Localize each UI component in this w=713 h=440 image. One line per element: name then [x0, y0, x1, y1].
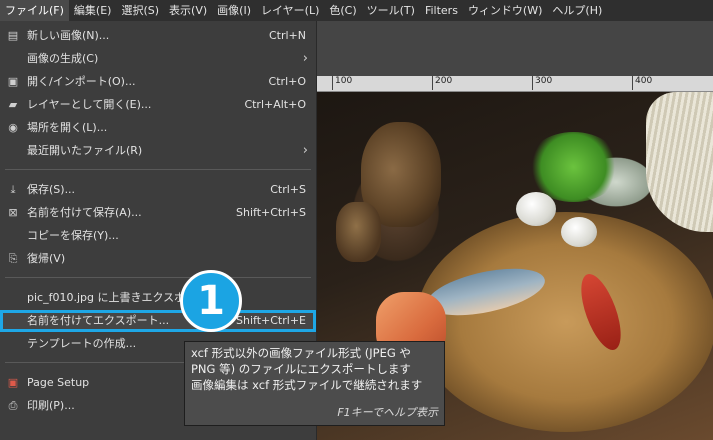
menu-select[interactable]: 選択(S): [116, 0, 164, 21]
menu-item-shortcut: Ctrl+O: [268, 75, 306, 88]
menu-windows[interactable]: ウィンドウ(W): [463, 0, 547, 21]
menu-colors[interactable]: 色(C): [324, 0, 361, 21]
photo-tofu: [516, 192, 556, 226]
menu-tools[interactable]: ツール(T): [362, 0, 420, 21]
menu-item-label: コピーを保存(Y)...: [27, 229, 119, 242]
save-as-icon: ⊠: [8, 206, 18, 219]
menu-item-save-copy[interactable]: コピーを保存(Y)...: [0, 225, 316, 247]
menu-edit[interactable]: 編集(E): [69, 0, 117, 21]
menu-item-label: テンプレートの作成...: [27, 337, 137, 350]
menu-item-shortcut: Shift+Ctrl+S: [236, 206, 306, 219]
menu-item-label: 場所を開く(L)...: [27, 121, 108, 134]
menu-item-label: 印刷(P)...: [27, 399, 75, 412]
menu-item-shortcut: Ctrl+N: [268, 29, 306, 42]
photo-tofu: [561, 217, 597, 247]
step-number-badge: 1: [180, 270, 242, 332]
menu-item-open-location[interactable]: ◉ 場所を開く(L)...: [0, 117, 316, 139]
menu-item-label: 名前を付けて保存(A)...: [27, 206, 142, 219]
photo-plate: [416, 212, 713, 432]
horizontal-ruler[interactable]: 100 200 300 400: [316, 76, 713, 92]
revert-icon: ⎘: [8, 252, 18, 265]
menu-item-label: Page Setup: [27, 376, 90, 389]
menu-item-label: レイヤーとして開く(E)...: [27, 98, 152, 111]
ruler-label: 400: [632, 76, 652, 90]
globe-icon: ◉: [8, 121, 18, 134]
new-image-icon: ▤: [7, 29, 19, 42]
menu-item-export-as[interactable]: 名前を付けてエクスポート... Shift+Ctrl+E: [0, 310, 316, 332]
export-tooltip: xcf 形式以外の画像ファイル形式 (JPEG や PNG 等) のファイルにエ…: [184, 341, 445, 426]
menu-item-shortcut: Shift+Ctrl+E: [236, 314, 306, 327]
menu-separator: [5, 277, 311, 278]
menu-item-label: 画像の生成(C): [27, 52, 99, 65]
save-icon: ⤓: [10, 183, 16, 196]
print-icon: ⎙: [8, 399, 18, 412]
photo-sake-cup: [336, 202, 381, 262]
menu-item-open-as-layer[interactable]: ▰ レイヤーとして開く(E)... Ctrl+Alt+O: [0, 94, 316, 116]
menu-item-label: 復帰(V): [27, 252, 66, 265]
menu-item-save-as[interactable]: ⊠ 名前を付けて保存(A)... Shift+Ctrl+S: [0, 202, 316, 224]
menu-item-revert[interactable]: ⎘ 復帰(V): [0, 248, 316, 270]
tooltip-line: 画像編集は xcf 形式ファイルで継続されます: [191, 378, 423, 392]
tooltip-line: PNG 等) のファイルにエクスポートします: [191, 362, 411, 376]
menu-file[interactable]: ファイル(F): [0, 0, 69, 21]
menu-item-overwrite-export[interactable]: pic_f010.jpg に上書きエクスポート: [0, 287, 316, 309]
chevron-right-icon: ›: [302, 51, 308, 66]
chevron-right-icon: ›: [302, 143, 308, 158]
ruler-label: 300: [532, 76, 552, 90]
tooltip-line: xcf 形式以外の画像ファイル形式 (JPEG や: [191, 346, 411, 360]
tooltip-help-hint: F1キーでヘルプ表示: [337, 406, 438, 419]
menu-separator: [5, 169, 311, 170]
ruler-label: 200: [432, 76, 452, 90]
page-setup-icon: ▣: [7, 376, 19, 389]
menu-item-new[interactable]: ▤ 新しい画像(N)... Ctrl+N: [0, 25, 316, 47]
menu-item-save[interactable]: ⤓ 保存(S)... Ctrl+S: [0, 179, 316, 201]
menu-item-label: 開く/インポート(O)...: [27, 75, 136, 88]
menu-item-recent[interactable]: 最近開いたファイル(R) ›: [0, 140, 316, 162]
menu-filters[interactable]: Filters: [420, 0, 463, 21]
menu-view[interactable]: 表示(V): [164, 0, 212, 21]
open-as-layer-icon: ▰: [8, 98, 18, 111]
ruler-label: 100: [332, 76, 352, 90]
menubar: ファイル(F) 編集(E) 選択(S) 表示(V) 画像(I) レイヤー(L) …: [0, 0, 713, 21]
open-icon: ▣: [7, 75, 19, 88]
canvas-header: [316, 21, 713, 76]
menu-item-label: 名前を付けてエクスポート...: [27, 314, 170, 327]
menu-item-create[interactable]: 画像の生成(C) ›: [0, 48, 316, 70]
menu-help[interactable]: ヘルプ(H): [547, 0, 607, 21]
photo-noodles: [646, 92, 713, 232]
menu-layer[interactable]: レイヤー(L): [256, 0, 324, 21]
menu-item-label: 保存(S)...: [27, 183, 76, 196]
menu-item-open[interactable]: ▣ 開く/インポート(O)... Ctrl+O: [0, 71, 316, 93]
menu-item-shortcut: Ctrl+Alt+O: [244, 98, 306, 111]
menu-item-label: 新しい画像(N)...: [27, 29, 110, 42]
menu-image[interactable]: 画像(I): [212, 0, 256, 21]
menu-item-label: 最近開いたファイル(R): [27, 144, 143, 157]
menu-item-shortcut: Ctrl+S: [270, 183, 306, 196]
